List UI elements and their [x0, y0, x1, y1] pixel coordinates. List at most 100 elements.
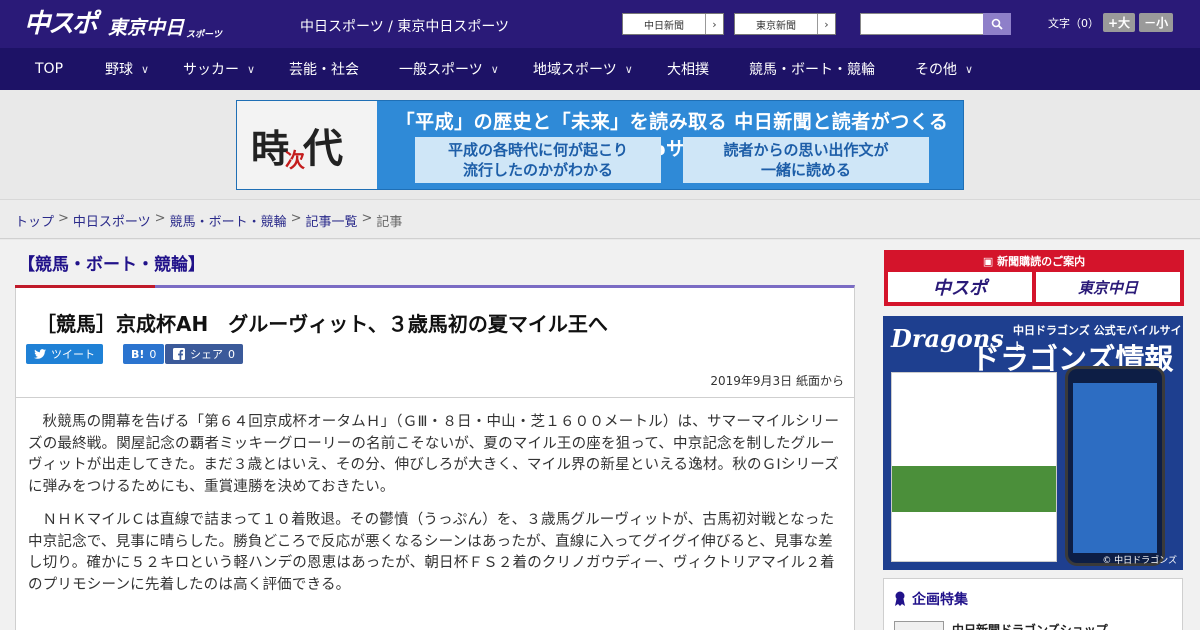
font-size-label: 文字（0）: [1048, 16, 1099, 30]
chevron-right-icon: ›: [817, 14, 835, 34]
font-larger-button[interactable]: +大: [1103, 13, 1136, 32]
article-body: 秋競馬の開幕を告げる「第６４回京成杯オータムＨ」（ＧⅢ・８日・中山・芝１６００メ…: [15, 398, 855, 630]
jijidai-logo: 時 次 代: [237, 101, 377, 189]
banner-box-line: 読者からの思い出作文が: [723, 141, 889, 159]
baseball-field-image: [892, 466, 1056, 512]
smartphone-image: [1065, 366, 1165, 566]
subscription-heading-text: 新聞購読のご案内: [997, 255, 1086, 268]
ribbon-icon: [895, 591, 905, 606]
nav-item-label: その他: [915, 62, 957, 78]
nav-item-top[interactable]: TOP: [35, 48, 63, 90]
chevron-down-icon: ∨: [624, 62, 633, 76]
article-date: 2019年9月3日 紙面から: [710, 374, 844, 388]
subscription-box: ▣ 新聞購読のご案内 中スポ 東京中日: [884, 250, 1184, 306]
breadcrumb-separator: >: [154, 211, 166, 226]
nav-item-baseball[interactable]: 野球 ∨: [105, 48, 149, 90]
breadcrumb-separator: >: [290, 211, 302, 226]
nav-item-sumo[interactable]: 大相撲: [667, 48, 709, 90]
logo-tokyo-chunichi: 東京中日: [108, 17, 185, 39]
hatena-bookmark-button[interactable]: B! 0: [123, 344, 165, 364]
breadcrumb: トップ > 中日スポーツ > 競馬・ボート・競輪 > 記事一覧 > 記事: [15, 211, 402, 230]
breadcrumb-bar: トップ > 中日スポーツ > 競馬・ボート・競輪 > 記事一覧 > 記事: [0, 199, 1200, 239]
nav-item-label: 野球: [105, 62, 133, 78]
chevron-down-icon: ∨: [247, 62, 256, 76]
chevron-down-icon: ∨: [141, 62, 150, 76]
article-header: ［競馬］京成杯AH グルーヴィット、３歳馬初の夏マイル王へ ツイート B! 0 …: [15, 285, 855, 398]
facebook-share-count: 0: [228, 347, 235, 361]
search-button[interactable]: [983, 13, 1011, 35]
font-size-control: 文字（0） +大 －小: [1048, 13, 1174, 32]
logo-char-ji: 時: [251, 125, 290, 171]
facebook-share-button[interactable]: シェア 0: [165, 344, 243, 364]
breadcrumb-link-chunichi-sports[interactable]: 中日スポーツ: [73, 211, 151, 230]
subscribe-tokyo-chunichi-link[interactable]: 東京中日: [1036, 272, 1180, 302]
nav-item-label: サッカー: [183, 62, 239, 78]
breadcrumb-link-top[interactable]: トップ: [15, 211, 54, 230]
chevron-down-icon: ∨: [965, 62, 974, 76]
phone-screen: [1073, 383, 1157, 553]
nav-item-general-sports[interactable]: 一般スポーツ ∨: [399, 48, 499, 90]
main-nav: TOP 野球 ∨ サッカー ∨ 芸能・社会 一般スポーツ ∨ 地域スポーツ ∨ …: [0, 48, 1200, 90]
nav-item-soccer[interactable]: サッカー ∨: [183, 48, 255, 90]
banner-box-line: 平成の各時代に何が起こり: [447, 141, 628, 159]
feature-box: 企画特集 中日新聞ドラゴンズショップ: [883, 578, 1183, 630]
dragons-shop-link[interactable]: 中日新聞ドラゴンズショップ: [952, 621, 1108, 630]
nav-item-label: 芸能・社会: [289, 62, 359, 78]
article-title: ［競馬］京成杯AH グルーヴィット、３歳馬初の夏マイル王へ: [36, 312, 608, 336]
nav-item-entertainment[interactable]: 芸能・社会: [289, 48, 359, 90]
twitter-icon: [34, 349, 46, 359]
banner-box-line: 一緒に読める: [760, 161, 851, 179]
breadcrumb-link-keiba[interactable]: 競馬・ボート・競輪: [170, 211, 287, 230]
nav-item-other[interactable]: その他 ∨: [915, 48, 973, 90]
subscription-heading: ▣ 新聞購読のご案内: [884, 253, 1184, 269]
logo-sports: スポーツ: [186, 30, 222, 40]
jijidai-banner[interactable]: 時 次 代 「平成」の歴史と「未来」を読み取る 中日新聞と読者がつくるWebサイ…: [236, 100, 964, 190]
dragons-shop-thumbnail[interactable]: [894, 621, 944, 630]
tokyo-shimbun-label: 東京新聞: [756, 20, 796, 32]
header-accent-bar: [15, 285, 155, 288]
search-input[interactable]: [860, 13, 983, 35]
chevron-right-icon: ›: [705, 14, 723, 34]
newspaper-icon: ▣: [982, 255, 998, 268]
search-form: [860, 13, 1011, 35]
feature-heading: 企画特集: [894, 589, 968, 609]
search-icon: [991, 18, 1003, 30]
hatena-icon: B!: [131, 347, 145, 361]
font-smaller-button[interactable]: －小: [1139, 13, 1174, 32]
breadcrumb-separator: >: [361, 211, 373, 226]
tweet-button[interactable]: ツイート: [26, 344, 103, 364]
chunichi-shimbun-label: 中日新聞: [644, 20, 684, 32]
nav-item-keiba[interactable]: 競馬・ボート・競輪: [749, 48, 875, 90]
tokyo-shimbun-button[interactable]: 東京新聞 ›: [734, 13, 836, 35]
breadcrumb-separator: >: [58, 211, 69, 226]
tweet-label: ツイート: [51, 348, 95, 361]
chunichi-shimbun-button[interactable]: 中日新聞 ›: [622, 13, 724, 35]
nav-item-label: 大相撲: [667, 62, 709, 78]
dragons-mobile-banner[interactable]: Dragons 中日ドラゴンズ 公式モバイルサイト ドラゴンズ情報 © 中日ドラ…: [883, 316, 1183, 570]
nav-item-label: 地域スポーツ: [533, 62, 617, 78]
article-paragraph: 秋競馬の開幕を告げる「第６４回京成杯オータムＨ」（ＧⅢ・８日・中山・芝１６００メ…: [28, 414, 840, 495]
banner-box-line: 流行したのかがわかる: [462, 161, 613, 179]
nav-item-label: 一般スポーツ: [399, 62, 483, 78]
site-logo[interactable]: 中スポ 東京中日 スポーツ: [24, 8, 222, 40]
nav-item-regional-sports[interactable]: 地域スポーツ ∨: [533, 48, 633, 90]
chevron-down-icon: ∨: [490, 62, 499, 76]
facebook-share-label: シェア: [190, 348, 223, 361]
site-header: 中スポ 東京中日 スポーツ 中日スポーツ / 東京中日スポーツ 中日新聞 › 東…: [0, 0, 1200, 48]
subscribe-chuspo-link[interactable]: 中スポ: [888, 272, 1032, 302]
facebook-icon: [173, 348, 185, 360]
hatena-count: 0: [149, 347, 157, 361]
banner-box-history: 平成の各時代に何が起こり 流行したのかがわかる: [415, 137, 661, 183]
breadcrumb-current: 記事: [376, 215, 403, 230]
feature-heading-text: 企画特集: [912, 592, 968, 608]
logo-char-dai: 代: [303, 125, 344, 172]
site-title: 中日スポーツ / 東京中日スポーツ: [300, 19, 510, 35]
article-paragraph: ＮＨＫマイルＣは直線で詰まって１０着敗退。その鬱憤（うっぷん）を、３歳馬グルーヴ…: [28, 512, 835, 593]
logo-chuspo: 中スポ: [24, 9, 98, 39]
breadcrumb-link-article-list[interactable]: 記事一覧: [306, 211, 358, 230]
banner-box-memories: 読者からの思い出作文が 一緒に読める: [683, 137, 929, 183]
nav-item-label: TOP: [35, 61, 64, 77]
dragons-copyright: © 中日ドラゴンズ: [1102, 556, 1177, 566]
article-category: 【競馬・ボート・競輪】: [18, 255, 205, 275]
nav-item-label: 競馬・ボート・競輪: [749, 62, 875, 78]
